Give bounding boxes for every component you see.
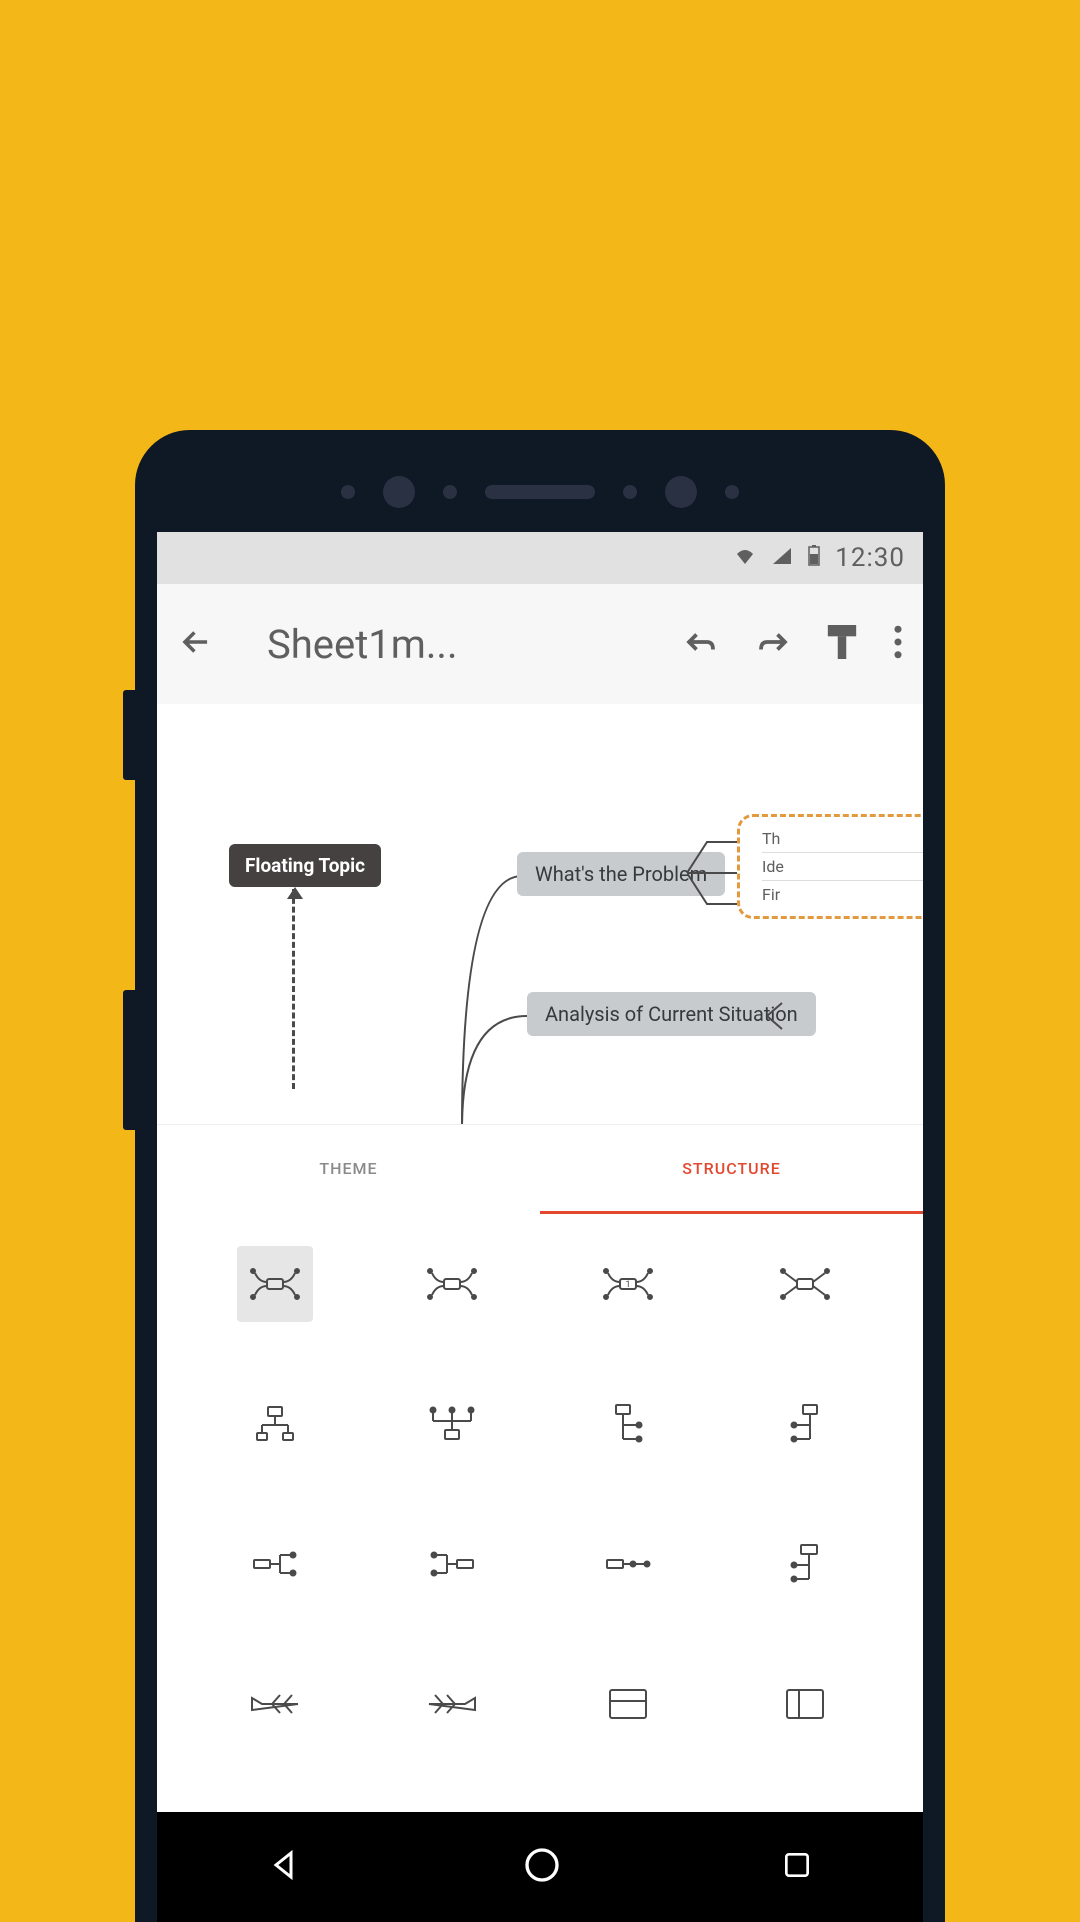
wifi-icon (733, 543, 757, 573)
structure-option-orgchart-down[interactable] (187, 1384, 364, 1464)
connector-fork (767, 1001, 807, 1031)
sub-topic[interactable]: Ide (762, 853, 923, 881)
redo-icon[interactable] (755, 628, 791, 660)
tab-theme[interactable]: THEME (157, 1125, 540, 1214)
format-icon[interactable] (827, 625, 857, 663)
tab-structure[interactable]: STRUCTURE (540, 1125, 923, 1214)
back-icon[interactable] (177, 623, 215, 665)
structure-option-map-balanced[interactable] (187, 1244, 364, 1324)
connector-line (457, 868, 527, 1124)
structure-option-logic-right[interactable] (187, 1524, 364, 1604)
battery-icon (807, 543, 821, 573)
svg-text:1: 1 (626, 1280, 631, 1290)
phone-device-frame: 12:30 Sheet1m... (135, 430, 945, 1922)
mindmap-canvas[interactable]: Floating Topic What's the Problem Analys… (157, 704, 923, 1124)
structure-option-map-variant[interactable] (717, 1244, 894, 1324)
sub-topic[interactable]: Fir (762, 881, 923, 908)
relationship-arrow (292, 889, 295, 1089)
document-title[interactable]: Sheet1m... (243, 621, 655, 668)
nav-back-icon[interactable] (267, 1847, 303, 1887)
structure-option-map-clockwise[interactable] (364, 1244, 541, 1324)
phone-speaker (157, 452, 923, 532)
side-button (123, 990, 135, 1130)
sub-topic-group[interactable]: Th Ide Fir (737, 814, 923, 919)
floating-topic-node[interactable]: Floating Topic (229, 844, 381, 887)
structure-option-tree-table[interactable] (717, 1524, 894, 1604)
bottom-panel-tabs: THEME STRUCTURE (157, 1124, 923, 1214)
nav-recent-icon[interactable] (781, 1849, 813, 1885)
clock-text: 12:30 (835, 543, 905, 573)
side-button (123, 690, 135, 780)
sub-topic[interactable]: Th (762, 825, 923, 853)
structure-option-spreadsheet-row[interactable] (540, 1664, 717, 1744)
more-icon[interactable] (893, 625, 903, 663)
structure-options-grid: 1 (157, 1214, 923, 1794)
structure-option-spreadsheet-col[interactable] (717, 1664, 894, 1744)
structure-option-logic-left[interactable] (364, 1524, 541, 1604)
structure-option-timeline-right[interactable] (540, 1524, 717, 1604)
undo-icon[interactable] (683, 628, 719, 660)
structure-option-orgchart-up[interactable] (364, 1384, 541, 1464)
app-toolbar: Sheet1m... (157, 584, 923, 704)
structure-option-fishbone-left[interactable] (187, 1664, 364, 1744)
structure-option-tree-right[interactable] (540, 1384, 717, 1464)
structure-option-tree-left[interactable] (717, 1384, 894, 1464)
cellular-icon (771, 543, 793, 573)
phone-screen: 12:30 Sheet1m... (157, 532, 923, 1812)
structure-option-map-anticlockwise[interactable]: 1 (540, 1244, 717, 1324)
nav-home-icon[interactable] (522, 1845, 562, 1889)
structure-option-fishbone-right[interactable] (364, 1664, 541, 1744)
android-navbar (157, 1812, 923, 1922)
statusbar: 12:30 (157, 532, 923, 584)
